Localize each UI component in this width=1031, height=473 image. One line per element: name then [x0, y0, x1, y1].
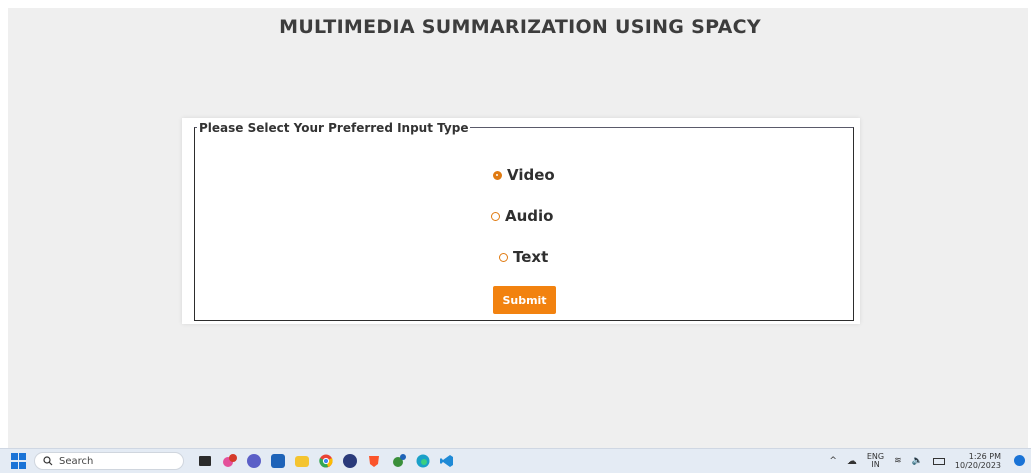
edge-icon[interactable]: [416, 453, 430, 469]
git-icon[interactable]: [391, 453, 407, 469]
clock-date: 10/20/2023: [954, 461, 1001, 470]
windows-start-icon[interactable]: [10, 453, 26, 469]
radio-text[interactable]: [499, 252, 508, 262]
store-icon[interactable]: [271, 453, 285, 469]
wifi-icon[interactable]: ≋: [894, 456, 902, 466]
file-explorer-icon[interactable]: [295, 453, 309, 469]
volume-icon[interactable]: 🔈: [912, 456, 923, 466]
chrome-icon[interactable]: [319, 453, 333, 469]
onedrive-icon[interactable]: ☁: [847, 456, 857, 467]
submit-button[interactable]: Submit: [493, 286, 556, 314]
terminal-icon[interactable]: [198, 453, 212, 469]
option-video[interactable]: Video: [493, 166, 555, 184]
battery-icon[interactable]: [932, 457, 945, 465]
search-placeholder: Search: [59, 455, 94, 467]
notification-icon[interactable]: [1014, 455, 1025, 466]
chat-icon[interactable]: [247, 453, 261, 469]
brave-icon[interactable]: [367, 453, 381, 469]
search-icon: [43, 456, 53, 466]
system-tray: ^ ☁ ENG IN ≋ 🔈 1:26 PM 10/20/2023: [829, 451, 1001, 471]
taskbar-search[interactable]: Search: [34, 452, 184, 470]
page-title: MULTIMEDIA SUMMARIZATION USING SPACY: [279, 16, 761, 38]
radio-video[interactable]: [493, 170, 502, 180]
clock[interactable]: 1:26 PM 10/20/2023: [955, 452, 1001, 470]
option-text-label: Text: [513, 248, 549, 266]
option-audio[interactable]: Audio: [491, 207, 553, 225]
copilot-icon[interactable]: [222, 453, 238, 469]
option-text[interactable]: Text: [499, 248, 548, 266]
region-label: IN: [871, 460, 880, 469]
chevron-up-icon[interactable]: ^: [829, 456, 837, 466]
fieldset-legend: Please Select Your Preferred Input Type: [197, 121, 471, 135]
option-audio-label: Audio: [505, 207, 554, 225]
vscode-icon[interactable]: [440, 453, 454, 469]
app-icon[interactable]: [343, 453, 357, 469]
radio-audio[interactable]: [491, 211, 500, 221]
option-video-label: Video: [507, 166, 555, 184]
taskbar: Search ^ ☁ ENG IN ≋ 🔈 1:26 PM 10/20/2023: [0, 448, 1031, 473]
language-indicator[interactable]: ENG IN: [867, 453, 884, 469]
clock-time: 1:26 PM: [968, 452, 1001, 461]
